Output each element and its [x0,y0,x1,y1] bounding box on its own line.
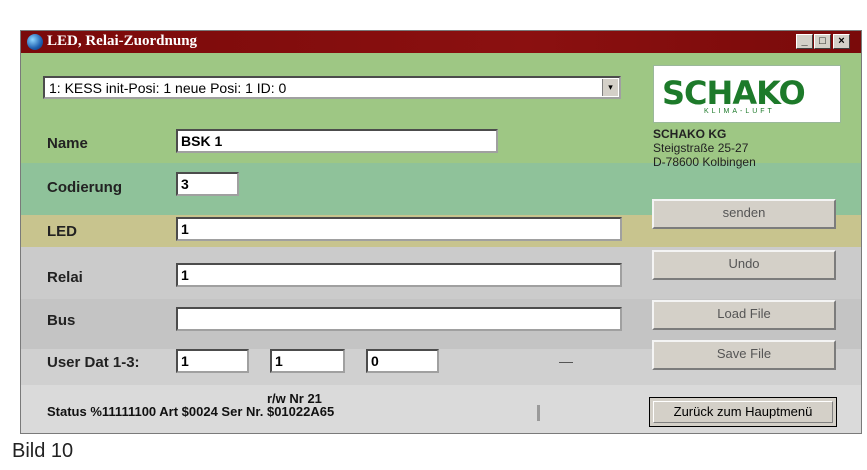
relai-label: Relai [47,269,83,286]
schako-logo: SCHAKO KLIMA-LUFT [653,65,841,123]
load-file-button[interactable]: Load File [652,300,836,330]
globe-icon [27,34,43,50]
name-field[interactable]: BSK 1 [176,129,498,153]
company-street: Steigstraße 25-27 [653,141,749,155]
company-city: D-78600 Kolbingen [653,155,756,169]
logo-text: SCHAKO [662,74,806,112]
close-button[interactable]: × [833,34,850,49]
undo-button[interactable]: Undo [652,250,836,280]
position-select-value: 1: KESS init-Posi: 1 neue Posi: 1 ID: 0 [49,80,287,96]
logo-subtitle: KLIMA-LUFT [704,108,775,115]
status-marker [537,405,540,421]
save-file-button[interactable]: Save File [652,340,836,370]
user-dat-2-field[interactable]: 1 [270,349,345,373]
led-field[interactable]: 1 [176,217,622,241]
window-title: LED, Relai-Zuordnung [47,33,198,49]
title-bar[interactable]: LED, Relai-Zuordnung _ □ × [21,31,861,53]
codierung-label: Codierung [47,179,122,196]
user-dat-label: User Dat 1-3: [47,354,140,371]
led-label: LED [47,223,77,240]
name-label: Name [47,135,88,152]
back-to-main-menu-label: Zurück zum Hauptmenü [653,401,833,423]
back-to-main-menu-button[interactable]: Zurück zum Hauptmenü [649,397,837,427]
bus-field[interactable] [176,307,622,331]
status-line: Status %11111100 Art $0024 Ser Nr. $0102… [47,404,335,419]
separator-dash [559,362,573,363]
user-dat-3-field[interactable]: 0 [366,349,439,373]
bus-label: Bus [47,312,76,329]
send-button[interactable]: senden [652,199,836,229]
minimize-button[interactable]: _ [796,34,813,49]
relai-field[interactable]: 1 [176,263,622,287]
company-name: SCHAKO KG [653,127,727,141]
codierung-field[interactable]: 3 [176,172,239,196]
figure-caption: Bild 10 [12,440,74,462]
dialog-window: LED, Relai-Zuordnung _ □ × 1: KESS init-… [20,30,862,434]
user-dat-1-field[interactable]: 1 [176,349,249,373]
maximize-button[interactable]: □ [814,34,831,49]
position-select[interactable]: 1: KESS init-Posi: 1 neue Posi: 1 ID: 0 … [43,76,621,99]
chevron-down-icon[interactable]: ▾ [602,79,618,96]
